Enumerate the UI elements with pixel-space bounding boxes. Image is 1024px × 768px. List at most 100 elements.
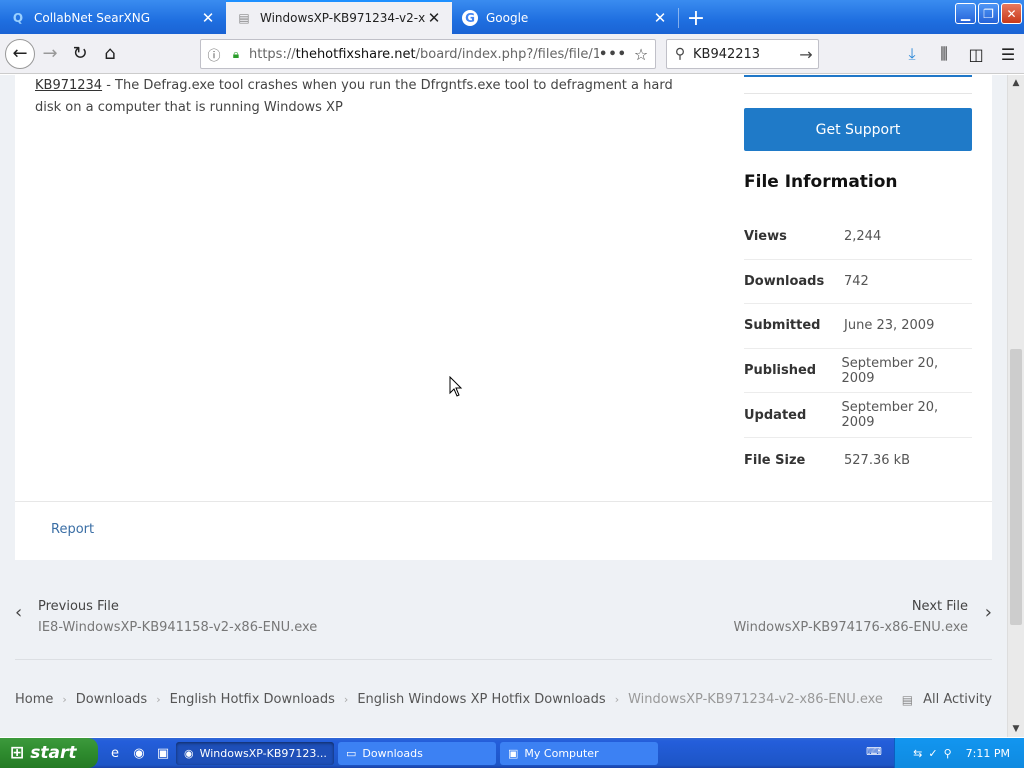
library-icon[interactable]: ⫼ <box>928 39 960 69</box>
search-query[interactable]: KB942213 <box>693 47 794 62</box>
search-icon: ⚲ <box>674 46 686 62</box>
tab-hotfix[interactable]: ▤ WindowsXP-KB971234-v2-x86-ENU.exe ✕ <box>226 0 452 34</box>
info-value: June 23, 2009 <box>844 318 935 334</box>
taskbar-item-my-computer[interactable]: ▣ My Computer <box>500 741 658 765</box>
file-pager: ‹ Previous File IE8-WindowsXP-KB941158-v… <box>15 590 992 660</box>
info-value: September 20, 2009 <box>841 355 939 386</box>
toolbar-tools: ⤓ ⫼ ◫ ☰ <box>896 39 1024 69</box>
searxng-icon: Q <box>12 11 24 25</box>
page-viewport: KB971234 - The Defrag.exe tool crashes w… <box>0 75 1007 737</box>
divider <box>15 659 992 660</box>
info-key: Downloads <box>744 273 825 289</box>
next-file-label: Next File <box>911 599 968 614</box>
firefox-icon: ◉ <box>184 746 194 760</box>
kb-link[interactable]: KB971234 <box>35 78 102 93</box>
page-icon: ▤ <box>238 11 250 25</box>
download-icon[interactable]: ⤓ <box>896 39 928 69</box>
sidebar-icon[interactable]: ◫ <box>960 39 992 69</box>
computer-icon: ▣ <box>508 746 519 760</box>
info-value: 742 <box>844 273 869 289</box>
breadcrumb-current: WindowsXP-KB971234-v2-x86-ENU.exe <box>628 692 883 707</box>
info-row-file-size: File Size 527.36 kB <box>744 438 972 483</box>
system-tray: ⇆ ✓ ⚲ 7:11 PM <box>894 738 1024 768</box>
breadcrumb-home[interactable]: Home <box>15 692 53 707</box>
restore-icon[interactable]: ❐ <box>978 3 999 24</box>
google-icon: G <box>462 10 478 26</box>
close-tab-icon[interactable]: ✕ <box>426 9 442 27</box>
bookmark-star-icon[interactable]: ☆ <box>627 45 655 64</box>
breadcrumb-separator-icon: › <box>343 693 349 706</box>
all-activity-link[interactable]: ▤ All Activity <box>902 692 992 707</box>
search-go-arrow-icon[interactable]: → <box>794 45 818 64</box>
info-row-submitted: Submitted June 23, 2009 <box>744 304 972 349</box>
breadcrumb-english-hotfix[interactable]: English Hotfix Downloads <box>170 692 335 707</box>
info-value: September 20, 2009 <box>841 400 939 431</box>
next-file-link[interactable]: Next File WindowsXP-KB974176-x86-ENU.exe <box>733 596 968 638</box>
previous-file-name: IE8-WindowsXP-KB941158-v2-x86-ENU.exe <box>38 620 318 635</box>
window-controls: ▁ ❐ ✕ <box>955 3 1022 24</box>
task-title: WindowsXP-KB97123... <box>199 746 327 760</box>
back-arrow-icon[interactable]: ← <box>5 38 35 69</box>
start-button[interactable]: ⊞ start <box>0 738 98 768</box>
breadcrumb: Home › Downloads › English Hotfix Downlo… <box>15 692 883 707</box>
chevron-right-icon[interactable]: › <box>985 602 992 623</box>
scrollbar-thumb[interactable] <box>1010 349 1022 625</box>
url-path: /board/index.php?/files/file/1 <box>415 46 599 62</box>
chevron-left-icon[interactable]: ‹ <box>15 602 22 623</box>
close-tab-icon[interactable]: ✕ <box>652 9 668 27</box>
previous-file-label: Previous File <box>38 599 119 614</box>
report-link[interactable]: Report <box>51 522 94 537</box>
page-actions-icon[interactable]: ••• <box>599 47 627 62</box>
navigation-bar: ← → ↻ ⌂ ⓘ 🔒︎ https://thehotfixshare.net/… <box>0 34 1024 74</box>
close-window-icon[interactable]: ✕ <box>1001 3 1022 24</box>
previous-file-link[interactable]: Previous File IE8-WindowsXP-KB941158-v2-… <box>38 596 317 638</box>
forward-arrow-icon[interactable]: → <box>35 39 65 69</box>
url-prefix: https:// <box>249 46 296 62</box>
info-row-downloads: Downloads 742 <box>744 260 972 305</box>
search-bar[interactable]: ⚲ KB942213 → <box>666 39 819 69</box>
info-row-views: Views 2,244 <box>744 215 972 260</box>
info-key: File Size <box>744 452 806 468</box>
search-tray-icon[interactable]: ⚲ <box>944 747 952 760</box>
description-text: - The Defrag.exe tool crashes when you r… <box>35 78 673 115</box>
breadcrumb-windows-xp-hotfix[interactable]: English Windows XP Hotfix Downloads <box>357 692 605 707</box>
show-desktop-icon[interactable]: ▣ <box>154 744 172 762</box>
all-activity-label: All Activity <box>923 692 992 707</box>
vertical-scrollbar[interactable]: ▲ ▼ <box>1007 75 1024 737</box>
get-support-button[interactable]: Get Support <box>744 108 972 151</box>
taskbar-item-firefox[interactable]: ◉ WindowsXP-KB97123... <box>176 741 334 765</box>
next-file-name: WindowsXP-KB974176-x86-ENU.exe <box>733 620 968 635</box>
tab-title: WindowsXP-KB971234-v2-x86-ENU.exe <box>260 11 426 25</box>
activity-feed-icon: ▤ <box>901 692 914 707</box>
file-description: KB971234 - The Defrag.exe tool crashes w… <box>35 75 695 119</box>
tab-searxng[interactable]: Q CollabNet SearXNG ✕ <box>0 2 226 34</box>
keyboard-icon[interactable]: ⌨ <box>866 745 882 758</box>
taskbar-item-downloads[interactable]: ▭ Downloads <box>338 741 496 765</box>
firefox-icon[interactable]: ◉ <box>130 744 148 762</box>
menu-icon[interactable]: ☰ <box>992 39 1024 69</box>
reload-icon[interactable]: ↻ <box>65 39 95 69</box>
scroll-up-arrow-icon[interactable]: ▲ <box>1008 75 1024 91</box>
download-button-edge[interactable] <box>744 75 972 77</box>
breadcrumb-downloads[interactable]: Downloads <box>76 692 147 707</box>
lock-icon: 🔒︎ <box>232 46 240 61</box>
close-tab-icon[interactable]: ✕ <box>200 9 216 27</box>
new-tab-icon[interactable]: + <box>679 2 713 34</box>
internet-explorer-icon[interactable]: e <box>106 744 124 762</box>
minimize-icon[interactable]: ▁ <box>955 3 976 24</box>
home-icon[interactable]: ⌂ <box>95 39 125 69</box>
divider <box>744 93 972 94</box>
url-text[interactable]: https://thehotfixshare.net/board/index.p… <box>245 47 599 62</box>
mouse-pointer-icon <box>449 376 463 397</box>
security-icon[interactable]: ✓ <box>928 747 937 760</box>
breadcrumb-separator-icon: › <box>614 693 620 706</box>
clock[interactable]: 7:11 PM <box>966 747 1010 760</box>
folder-icon: ▭ <box>346 746 357 760</box>
tab-google[interactable]: G Google ✕ <box>452 2 678 34</box>
info-value: 527.36 kB <box>844 452 911 468</box>
info-icon[interactable]: ⓘ <box>201 45 227 64</box>
network-icon[interactable]: ⇆ <box>913 747 922 760</box>
scroll-down-arrow-icon[interactable]: ▼ <box>1008 721 1024 737</box>
taskbar: ⊞ start e ◉ ▣ ◉ WindowsXP-KB97123... ▭ D… <box>0 738 1024 768</box>
url-bar[interactable]: ⓘ 🔒︎ https://thehotfixshare.net/board/in… <box>200 39 656 69</box>
